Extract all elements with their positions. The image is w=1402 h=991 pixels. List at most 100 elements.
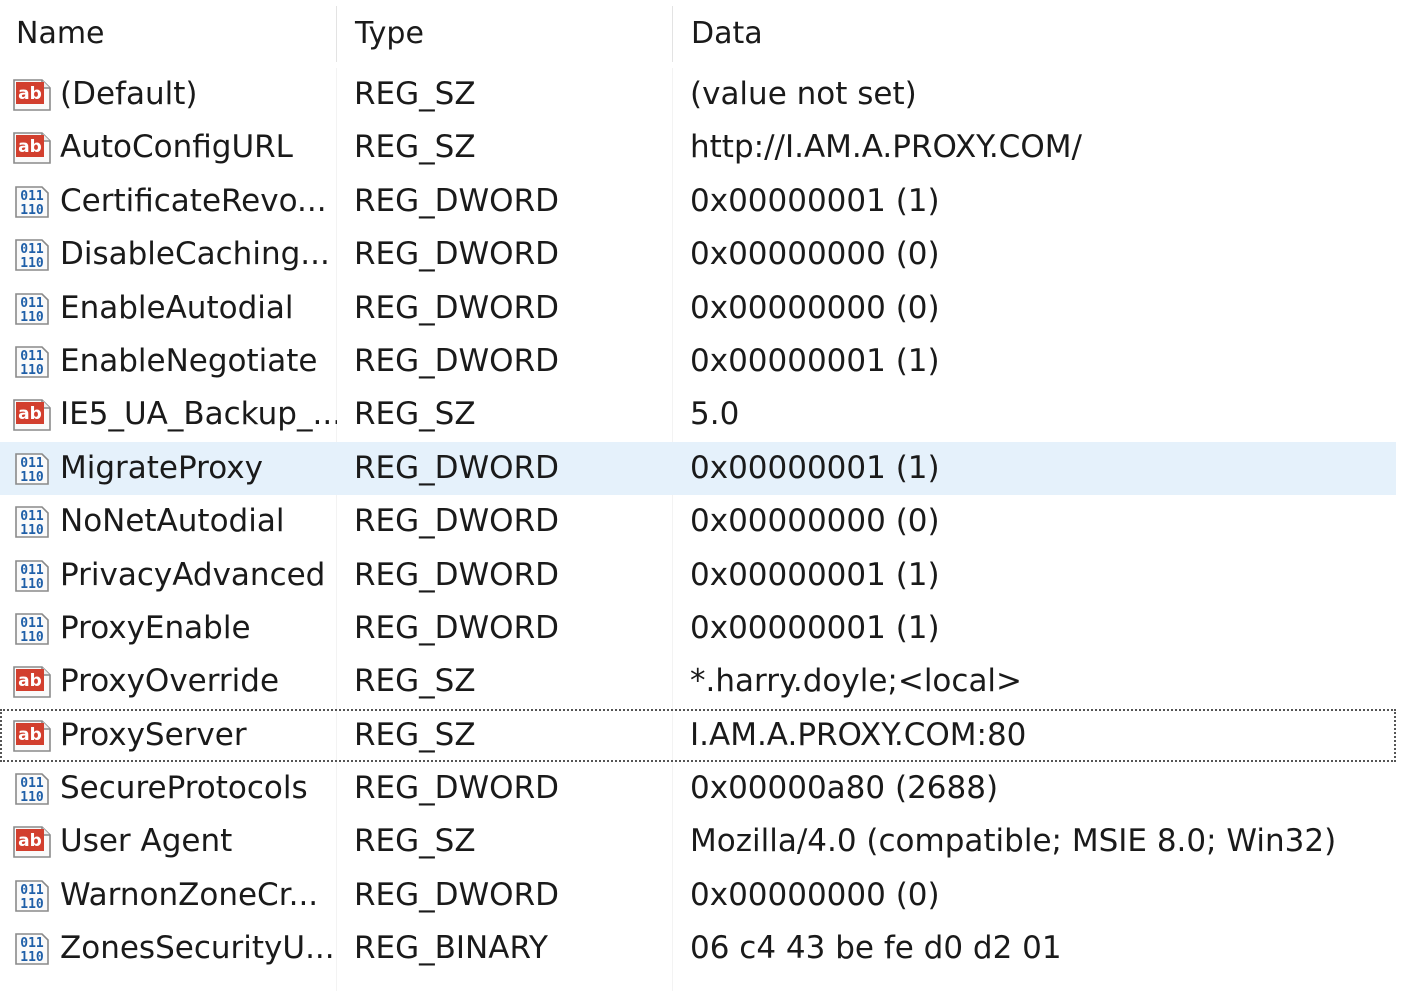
binary-value-icon: 011 110: [12, 505, 52, 539]
string-value-icon: ab: [12, 78, 52, 112]
value-type: REG_DWORD: [354, 609, 559, 646]
svg-text:110: 110: [20, 577, 44, 592]
value-type: REG_SZ: [354, 396, 476, 433]
binary-value-icon: 011 110: [12, 879, 52, 913]
value-type: REG_DWORD: [354, 236, 559, 273]
value-type: REG_DWORD: [354, 556, 559, 593]
value-data: 0x00000001 (1): [690, 556, 940, 593]
svg-text:011: 011: [20, 349, 44, 364]
table-row[interactable]: 011 110 EnableNegotiate REG_DWORD 0x00000…: [0, 335, 1396, 388]
value-name: ProxyServer: [60, 716, 247, 753]
table-row[interactable]: 011 110 WarnonZoneCr... REG_DWORD 0x00000…: [0, 869, 1396, 922]
svg-text:ab: ab: [18, 725, 42, 745]
table-row[interactable]: 011 110 ProxyEnable REG_DWORD 0x00000001 …: [0, 602, 1396, 655]
svg-text:ab: ab: [18, 137, 42, 157]
svg-text:011: 011: [20, 776, 44, 791]
table-row[interactable]: 011 110 ZonesSecurityU... REG_BINARY 06 c…: [0, 922, 1396, 975]
table-row[interactable]: ab IE5_UA_Backup_... REG_SZ 5.0: [0, 388, 1396, 441]
column-header-row: Name Type Data: [0, 0, 1402, 68]
string-value-icon: ab: [12, 131, 52, 165]
value-name: EnableNegotiate: [60, 342, 318, 379]
svg-text:ab: ab: [18, 84, 42, 104]
value-data: 06 c4 43 be fe d0 d2 01: [690, 930, 1062, 967]
table-row[interactable]: ab ProxyServer REG_SZ I.AM.A.PROXY.COM:8…: [0, 708, 1396, 763]
table-row[interactable]: ab (Default) REG_SZ (value not set): [0, 68, 1396, 121]
table-row[interactable]: 011 110 SecureProtocols REG_DWORD 0x00000…: [0, 762, 1396, 815]
value-name: (Default): [60, 76, 198, 112]
value-name: MigrateProxy: [60, 449, 263, 486]
registry-values-list[interactable]: Name Type Data ab (Default) REG_SZ (valu…: [0, 0, 1402, 991]
table-row[interactable]: ab ProxyOverride REG_SZ *.harry.doyle;<l…: [0, 655, 1396, 708]
value-type: REG_SZ: [354, 76, 476, 112]
value-type: REG_SZ: [354, 823, 476, 860]
value-data: 0x00000001 (1): [690, 609, 940, 646]
value-name: EnableAutodial: [60, 289, 294, 326]
svg-text:110: 110: [20, 950, 44, 965]
svg-text:011: 011: [20, 189, 44, 204]
value-data: 0x00000000 (0): [690, 876, 940, 913]
value-type: REG_DWORD: [354, 182, 559, 219]
svg-text:011: 011: [20, 936, 44, 951]
table-row[interactable]: 011 110 PrivacyAdvanced REG_DWORD 0x00000…: [0, 549, 1396, 602]
value-type: REG_SZ: [354, 663, 476, 700]
table-row[interactable]: 011 110 NoNetAutodial REG_DWORD 0x0000000…: [0, 495, 1396, 548]
value-data: http://I.AM.A.PROXY.COM/: [690, 129, 1082, 166]
svg-text:110: 110: [20, 897, 44, 912]
table-row[interactable]: 011 110 MigrateProxy REG_DWORD 0x00000001…: [0, 441, 1396, 496]
value-data: 0x00000001 (1): [690, 182, 940, 219]
value-data: 0x00000000 (0): [690, 503, 940, 540]
string-value-icon: ab: [12, 398, 52, 432]
svg-text:ab: ab: [18, 831, 42, 851]
value-data: 0x00000001 (1): [690, 342, 940, 379]
value-name: ZonesSecurityU...: [60, 930, 335, 967]
value-name: CertificateRevo...: [60, 182, 327, 219]
svg-text:011: 011: [20, 616, 44, 631]
svg-text:110: 110: [20, 630, 44, 645]
value-name: NoNetAutodial: [60, 503, 285, 540]
value-name: ProxyEnable: [60, 609, 251, 646]
value-name: PrivacyAdvanced: [60, 556, 326, 593]
svg-text:110: 110: [20, 470, 44, 485]
value-name: AutoConfigURL: [60, 129, 293, 166]
string-value-icon: ab: [12, 719, 52, 753]
svg-text:110: 110: [20, 310, 44, 325]
table-row[interactable]: ab User Agent REG_SZ Mozilla/4.0 (compat…: [0, 815, 1396, 868]
binary-value-icon: 011 110: [12, 452, 52, 486]
svg-text:011: 011: [20, 242, 44, 257]
binary-value-icon: 011 110: [12, 292, 52, 326]
string-value-icon: ab: [12, 665, 52, 699]
value-name: User Agent: [60, 823, 233, 860]
value-data: 0x00000000 (0): [690, 236, 940, 273]
value-type: REG_DWORD: [354, 503, 559, 540]
value-data: Mozilla/4.0 (compatible; MSIE 8.0; Win32…: [690, 823, 1337, 860]
column-header-type[interactable]: Type: [337, 0, 673, 68]
table-row[interactable]: ab AutoConfigURL REG_SZ http://I.AM.A.PR…: [0, 121, 1396, 174]
binary-value-icon: 011 110: [12, 559, 52, 593]
table-row[interactable]: 011 110 EnableAutodial REG_DWORD 0x000000…: [0, 282, 1396, 335]
value-data: *.harry.doyle;<local>: [690, 663, 1023, 700]
binary-value-icon: 011 110: [12, 185, 52, 219]
table-row[interactable]: 011 110 DisableCaching... REG_DWORD 0x000…: [0, 228, 1396, 281]
value-data: I.AM.A.PROXY.COM:80: [690, 716, 1027, 753]
value-data: 0x00000000 (0): [690, 289, 940, 326]
table-row[interactable]: 011 110 CertificateRevo... REG_DWORD 0x00…: [0, 175, 1396, 228]
svg-text:011: 011: [20, 563, 44, 578]
svg-text:110: 110: [20, 363, 44, 378]
value-name: IE5_UA_Backup_...: [60, 396, 337, 433]
value-name: WarnonZoneCr...: [60, 876, 319, 913]
value-rows: ab (Default) REG_SZ (value not set) ab A…: [0, 68, 1402, 976]
value-type: REG_DWORD: [354, 449, 559, 486]
binary-value-icon: 011 110: [12, 238, 52, 272]
value-name: DisableCaching...: [60, 236, 330, 273]
value-type: REG_DWORD: [354, 876, 559, 913]
value-type: REG_SZ: [354, 716, 476, 753]
value-type: REG_SZ: [354, 129, 476, 166]
svg-text:ab: ab: [18, 404, 42, 424]
value-type: REG_DWORD: [354, 342, 559, 379]
binary-value-icon: 011 110: [12, 772, 52, 806]
column-header-data[interactable]: Data: [673, 0, 1402, 68]
value-data: 5.0: [690, 396, 740, 433]
column-header-name[interactable]: Name: [0, 0, 337, 68]
svg-text:011: 011: [20, 296, 44, 311]
svg-text:110: 110: [20, 203, 44, 218]
